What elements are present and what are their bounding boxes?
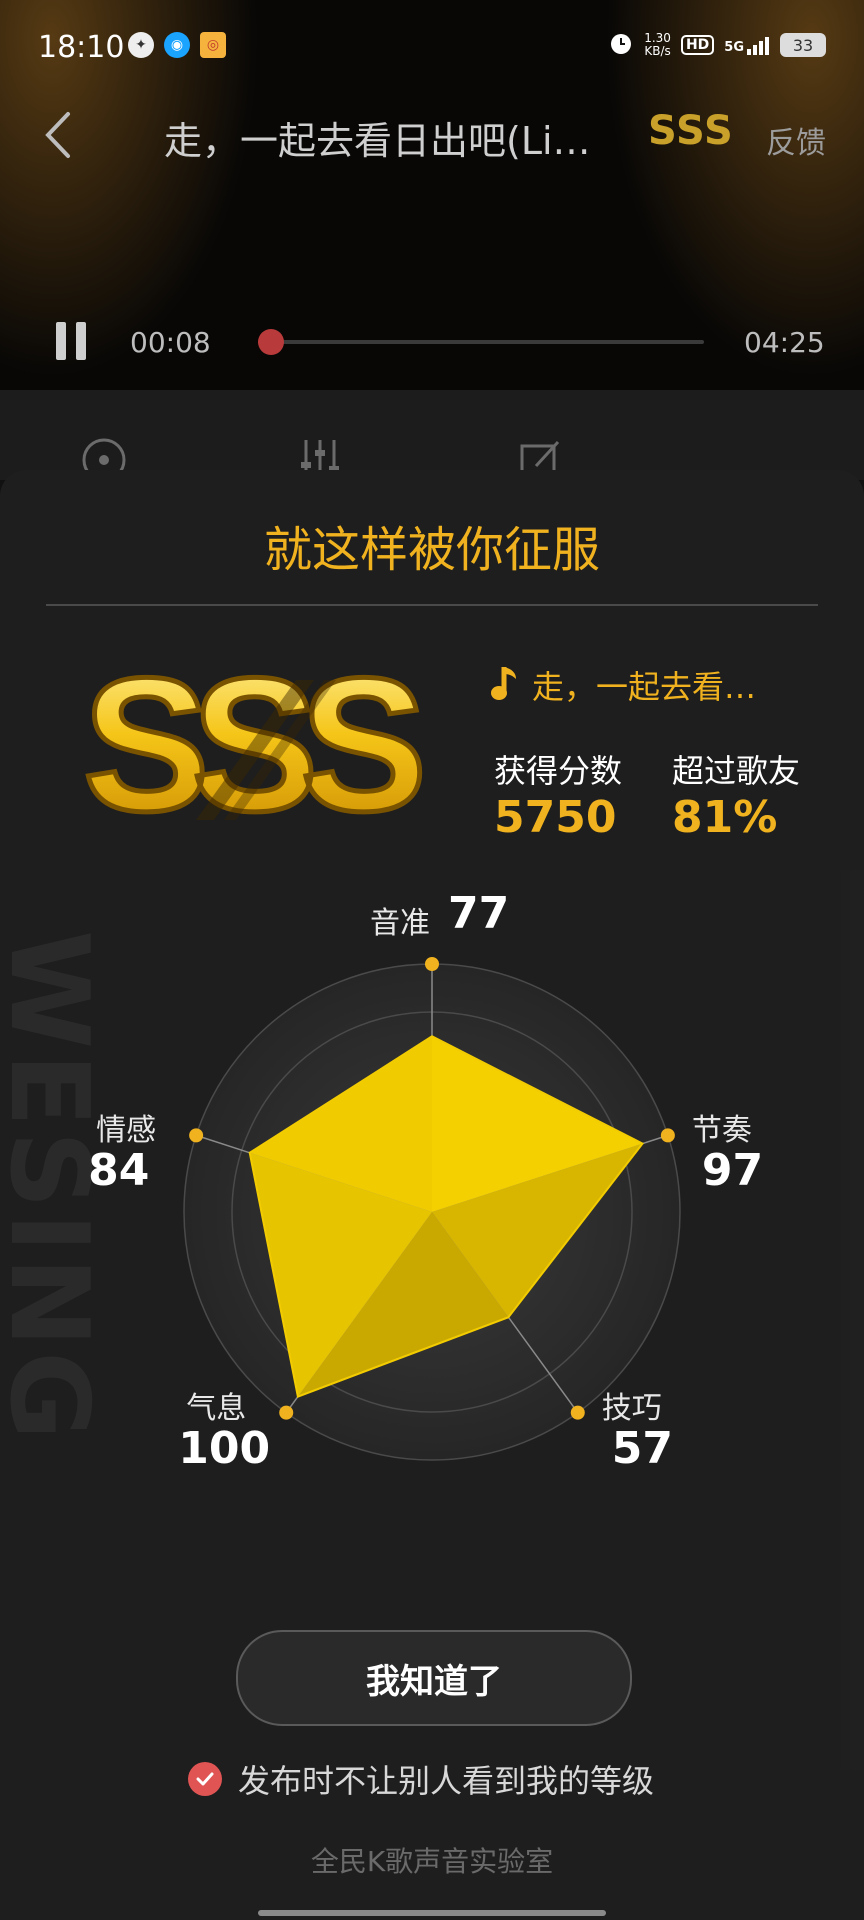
radar-axis-dot-pitch (425, 957, 439, 971)
feedback-button[interactable]: 反馈 (766, 118, 826, 162)
hide-grade-label: 发布时不让别人看到我的等级 (238, 1762, 655, 1800)
status-bar: 18:10 ✦ ◉ ◎ 1.30 KB/s HD 5G 33 (0, 0, 864, 96)
axis-value-pitch: 77 (448, 888, 510, 939)
radar-axis-dot-technique (570, 1405, 585, 1420)
status-time: 18:10 (38, 30, 125, 65)
axis-label-breath: 气息 (186, 1390, 247, 1426)
voice-lab-footer: 全民K歌声音实验室 (310, 1845, 554, 1878)
song-name-short: 走，一起去看… (532, 668, 757, 706)
home-indicator (258, 1910, 606, 1916)
pause-icon[interactable] (54, 322, 90, 362)
radar-chart: 音准 77 节奏 97 技巧 57 气息 100 情感 84 (0, 888, 864, 1590)
beat-label: 超过歌友 (672, 752, 801, 790)
axis-label-pitch: 音准 (370, 906, 430, 941)
back-arrow-icon[interactable] (40, 110, 80, 160)
axis-label-rhythm: 节奏 (691, 1113, 752, 1149)
progress-slider[interactable] (258, 329, 704, 355)
title-divider (46, 604, 818, 606)
song-info: 走，一起去看… (490, 662, 756, 708)
result-sheet: WESING 就这样被你征服 SSS 走，一起去看… 获得分数 5750 超过歌… (0, 470, 864, 1920)
sss-grade-badge: SSS (46, 637, 446, 854)
got-it-button[interactable]: 我知道了 (236, 1630, 632, 1726)
network-type: 5G (724, 40, 744, 55)
axis-value-emotion: 84 (88, 1145, 150, 1197)
network-speed: 1.30 KB/s (644, 32, 671, 58)
radar-axis-dot-emotion (189, 1128, 204, 1143)
weibo-icon: ◎ (200, 32, 226, 58)
progress-knob[interactable] (258, 329, 285, 355)
song-title: 走，一起去看日出吧(Li… (164, 119, 591, 163)
qq-icon: ◉ (164, 32, 190, 58)
playback-bar: 00:08 04:25 (0, 300, 864, 380)
speed-unit: KB/s (644, 44, 671, 58)
radar-axis-dot-breath (279, 1405, 294, 1420)
notification-icons: ✦ ◉ ◎ (128, 32, 226, 58)
status-right: 1.30 KB/s HD 5G 33 (608, 30, 826, 60)
battery-icon: 33 (780, 33, 826, 57)
axis-value-technique: 57 (611, 1422, 673, 1474)
current-time: 00:08 (130, 326, 211, 359)
hide-grade-option[interactable]: 发布时不让别人看到我的等级 (188, 1756, 654, 1802)
music-note-icon (490, 663, 520, 707)
battery-level: 33 (792, 35, 814, 55)
alarm-icon (608, 30, 634, 60)
grade-label: SSS (648, 108, 734, 154)
axis-label-technique: 技巧 (601, 1390, 662, 1426)
background-toolbar (0, 390, 864, 482)
signal-icon: 5G (724, 35, 770, 55)
radar-axis-dot-rhythm (660, 1128, 675, 1143)
hd-badge: HD (680, 35, 715, 55)
result-title: 就这样被你征服 (263, 522, 600, 578)
beat-value: 81% (672, 792, 778, 843)
app-notification-icon: ✦ (128, 32, 154, 58)
nav-bar: 走，一起去看日出吧(Li… SSS 反馈 (0, 96, 864, 176)
score-value: 5750 (494, 792, 617, 843)
total-time: 04:25 (744, 326, 825, 359)
axis-value-breath: 100 (178, 1422, 271, 1474)
axis-value-rhythm: 97 (701, 1145, 764, 1197)
checkmark-icon[interactable] (188, 1762, 222, 1796)
score-label: 获得分数 (494, 752, 623, 790)
radar-svg (183, 957, 681, 1461)
axis-label-emotion: 情感 (96, 1113, 157, 1149)
